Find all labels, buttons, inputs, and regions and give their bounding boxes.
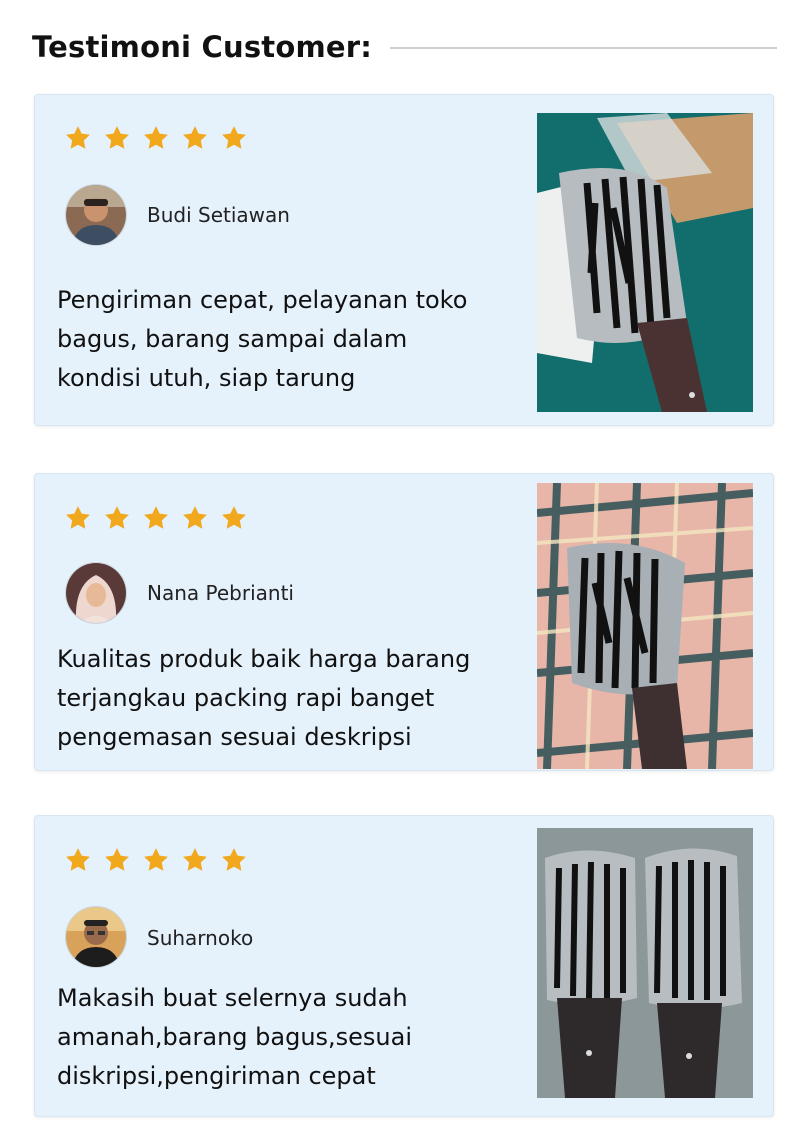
review-line: Makasih buat selernya sudah	[57, 984, 408, 1012]
avatar-photo-man-glasses-icon	[65, 906, 127, 968]
review-line: amanah,barang bagus,sesuai	[57, 1023, 413, 1051]
review-line: kondisi utuh, siap tarung	[57, 364, 356, 392]
cleaver-knife-on-tablecloth-photo-icon	[537, 483, 753, 769]
avatar-photo-man-icon	[65, 184, 127, 246]
avatar-photo-woman-hijab-icon	[65, 562, 127, 624]
review-line: Kualitas produk baik harga barang	[57, 645, 471, 673]
star-icon	[183, 506, 207, 529]
star-icon	[66, 126, 90, 149]
review-line: terjangkau packing rapi banget	[57, 684, 435, 712]
star-icon	[222, 506, 246, 529]
star-rating	[63, 504, 249, 532]
testimonial-card: Nana Pebrianti Kualitas produk baik harg…	[34, 473, 774, 771]
review-line: bagus, barang sampai dalam	[57, 325, 408, 353]
star-icon	[183, 848, 207, 871]
star-icon	[222, 848, 246, 871]
cleaver-knife-photo-icon	[537, 113, 753, 412]
review-line: pengemasan sesuai deskripsi	[57, 723, 412, 751]
customer-name: Suharnoko	[147, 926, 254, 950]
review-line: Pengiriman cepat, pelayanan toko	[57, 286, 468, 314]
star-icon	[105, 126, 129, 149]
star-icon	[183, 126, 207, 149]
star-icon	[144, 848, 168, 871]
two-cleaver-knives-photo-icon	[537, 828, 753, 1098]
header-divider	[390, 47, 777, 49]
star-icon	[144, 126, 168, 149]
review-text: Kualitas produk baik harga barang terjan…	[57, 640, 527, 757]
star-icon	[105, 848, 129, 871]
review-text: Makasih buat selernya sudah amanah,baran…	[57, 979, 527, 1096]
star-icon	[105, 506, 129, 529]
customer-name: Nana Pebrianti	[147, 581, 294, 605]
testimonial-card: Suharnoko Makasih buat selernya sudah am…	[34, 815, 774, 1117]
star-icon	[222, 126, 246, 149]
star-rating	[63, 124, 249, 152]
review-text: Pengiriman cepat, pelayanan toko bagus, …	[57, 281, 527, 398]
star-icon	[66, 848, 90, 871]
section-header: Testimoni Customer:	[32, 24, 777, 70]
star-rating	[63, 846, 249, 874]
customer-name: Budi Setiawan	[147, 203, 290, 227]
star-icon	[66, 506, 90, 529]
testimonial-card: Budi Setiawan Pengiriman cepat, pelayana…	[34, 94, 774, 426]
review-line: diskripsi,pengiriman cepat	[57, 1062, 376, 1090]
star-icon	[144, 506, 168, 529]
section-title: Testimoni Customer:	[32, 30, 373, 64]
